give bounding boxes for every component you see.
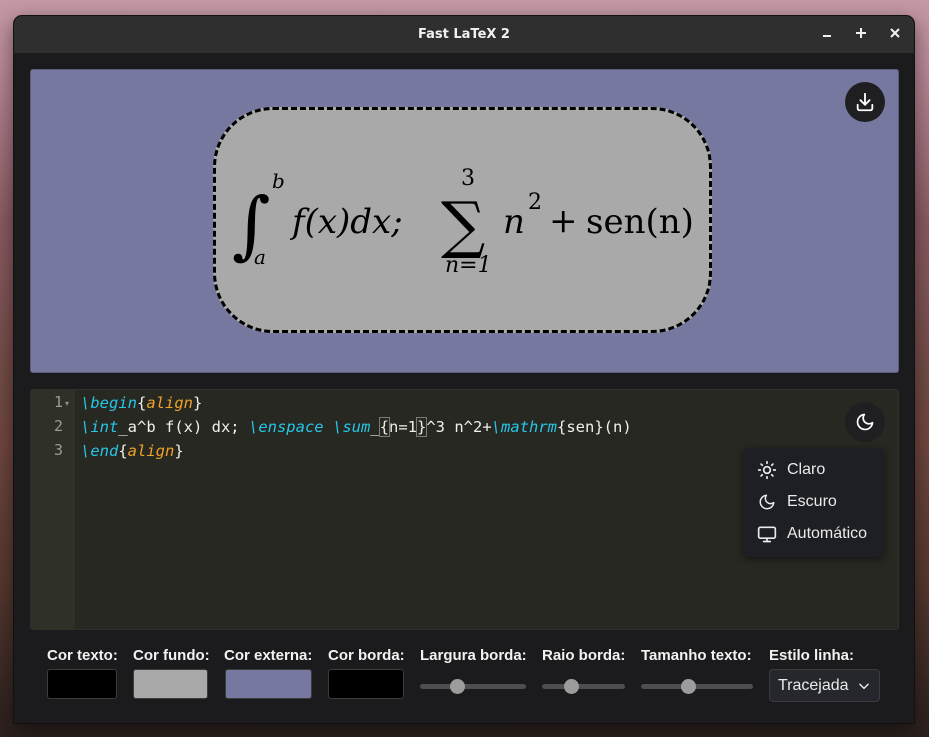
outer-color-label: Cor externa:: [224, 647, 313, 664]
line-style-select[interactable]: Tracejada: [769, 669, 880, 702]
theme-menu: Claro Escuro Automático: [743, 448, 884, 557]
close-button[interactable]: [884, 24, 906, 46]
code-line[interactable]: \end{align}: [81, 439, 184, 463]
line-number: 2: [53, 417, 63, 435]
style-controls: Cor texto: Cor fundo: Cor externa: Cor b…: [14, 641, 914, 723]
border-width-slider[interactable]: [420, 679, 526, 694]
border-color-label: Cor borda:: [328, 647, 405, 664]
integral-upper-limit: b: [272, 169, 285, 193]
theme-toggle-button[interactable]: [845, 402, 885, 442]
integral-lower-limit: a: [254, 245, 266, 269]
line-style-value: Tracejada: [778, 677, 849, 694]
sum-sign: ∑: [441, 188, 485, 261]
slider-thumb[interactable]: [681, 679, 696, 694]
slider-thumb[interactable]: [450, 679, 465, 694]
border-radius-slider[interactable]: [542, 679, 625, 694]
plus-sign: +: [549, 201, 578, 241]
border-width-label: Largura borda:: [420, 647, 527, 664]
theme-option-auto[interactable]: Automático: [743, 518, 884, 550]
sun-icon: [757, 460, 777, 480]
maximize-icon: [856, 28, 866, 38]
bg-color-label: Cor fundo:: [133, 647, 210, 664]
outer-color-swatch[interactable]: [225, 669, 312, 699]
function-sen: sen(n): [586, 202, 694, 242]
line-style-label: Estilo linha:: [769, 647, 855, 664]
border-color-swatch[interactable]: [328, 669, 404, 699]
minimize-button[interactable]: [816, 24, 838, 46]
text-color-swatch[interactable]: [47, 669, 117, 699]
monitor-icon: [757, 524, 777, 544]
chevron-down-icon: [857, 679, 871, 698]
term-exponent: 2: [528, 190, 542, 215]
text-color-label: Cor texto:: [47, 647, 118, 664]
bg-color-swatch[interactable]: [133, 669, 208, 699]
sum-lower-limit: n=1: [445, 253, 492, 278]
menu-item-label: Automático: [787, 525, 868, 542]
border-radius-label: Raio borda:: [542, 647, 626, 664]
integrand: f(x)dx;: [289, 202, 403, 242]
slider-thumb[interactable]: [564, 679, 579, 694]
minimize-icon: [823, 35, 831, 37]
text-size-label: Tamanho texto:: [641, 647, 752, 664]
window-title: Fast LaTeX 2: [418, 27, 510, 42]
line-number: 3: [53, 441, 63, 459]
line-gutter: 1 ▾ 2 3: [31, 390, 75, 629]
menu-item-label: Claro: [787, 461, 826, 478]
download-button[interactable]: [845, 82, 885, 122]
term-base: n: [503, 202, 525, 242]
theme-option-dark[interactable]: Escuro: [743, 486, 884, 518]
maximize-button[interactable]: [850, 24, 872, 46]
formula-preview: ∫ b a f(x)dx; 3 ∑ n=1 n 2 + sen(n): [30, 69, 899, 373]
fold-arrow-icon[interactable]: ▾: [65, 399, 69, 408]
rendered-formula: ∫ b a f(x)dx; 3 ∑ n=1 n 2 + sen(n): [232, 166, 694, 278]
close-icon: [890, 28, 900, 38]
menu-item-label: Escuro: [787, 493, 837, 510]
title-bar: Fast LaTeX 2: [14, 16, 914, 54]
formula-box: ∫ b a f(x)dx; 3 ∑ n=1 n 2 + sen(n): [213, 107, 712, 333]
download-icon: [856, 92, 874, 112]
line-number: 1: [53, 393, 63, 411]
moon-icon: [757, 492, 777, 512]
text-size-slider[interactable]: [641, 679, 753, 694]
app-window: Fast LaTeX 2 ∫ b a f(x)dx; 3 ∑ n=1 n 2 +…: [14, 16, 914, 723]
moon-icon: [856, 413, 874, 431]
theme-option-light[interactable]: Claro: [743, 454, 884, 486]
code-line[interactable]: \int_a^b f(x) dx; \enspace \sum_{n=1}^3 …: [81, 415, 632, 439]
code-line[interactable]: \begin{align}: [81, 391, 202, 415]
